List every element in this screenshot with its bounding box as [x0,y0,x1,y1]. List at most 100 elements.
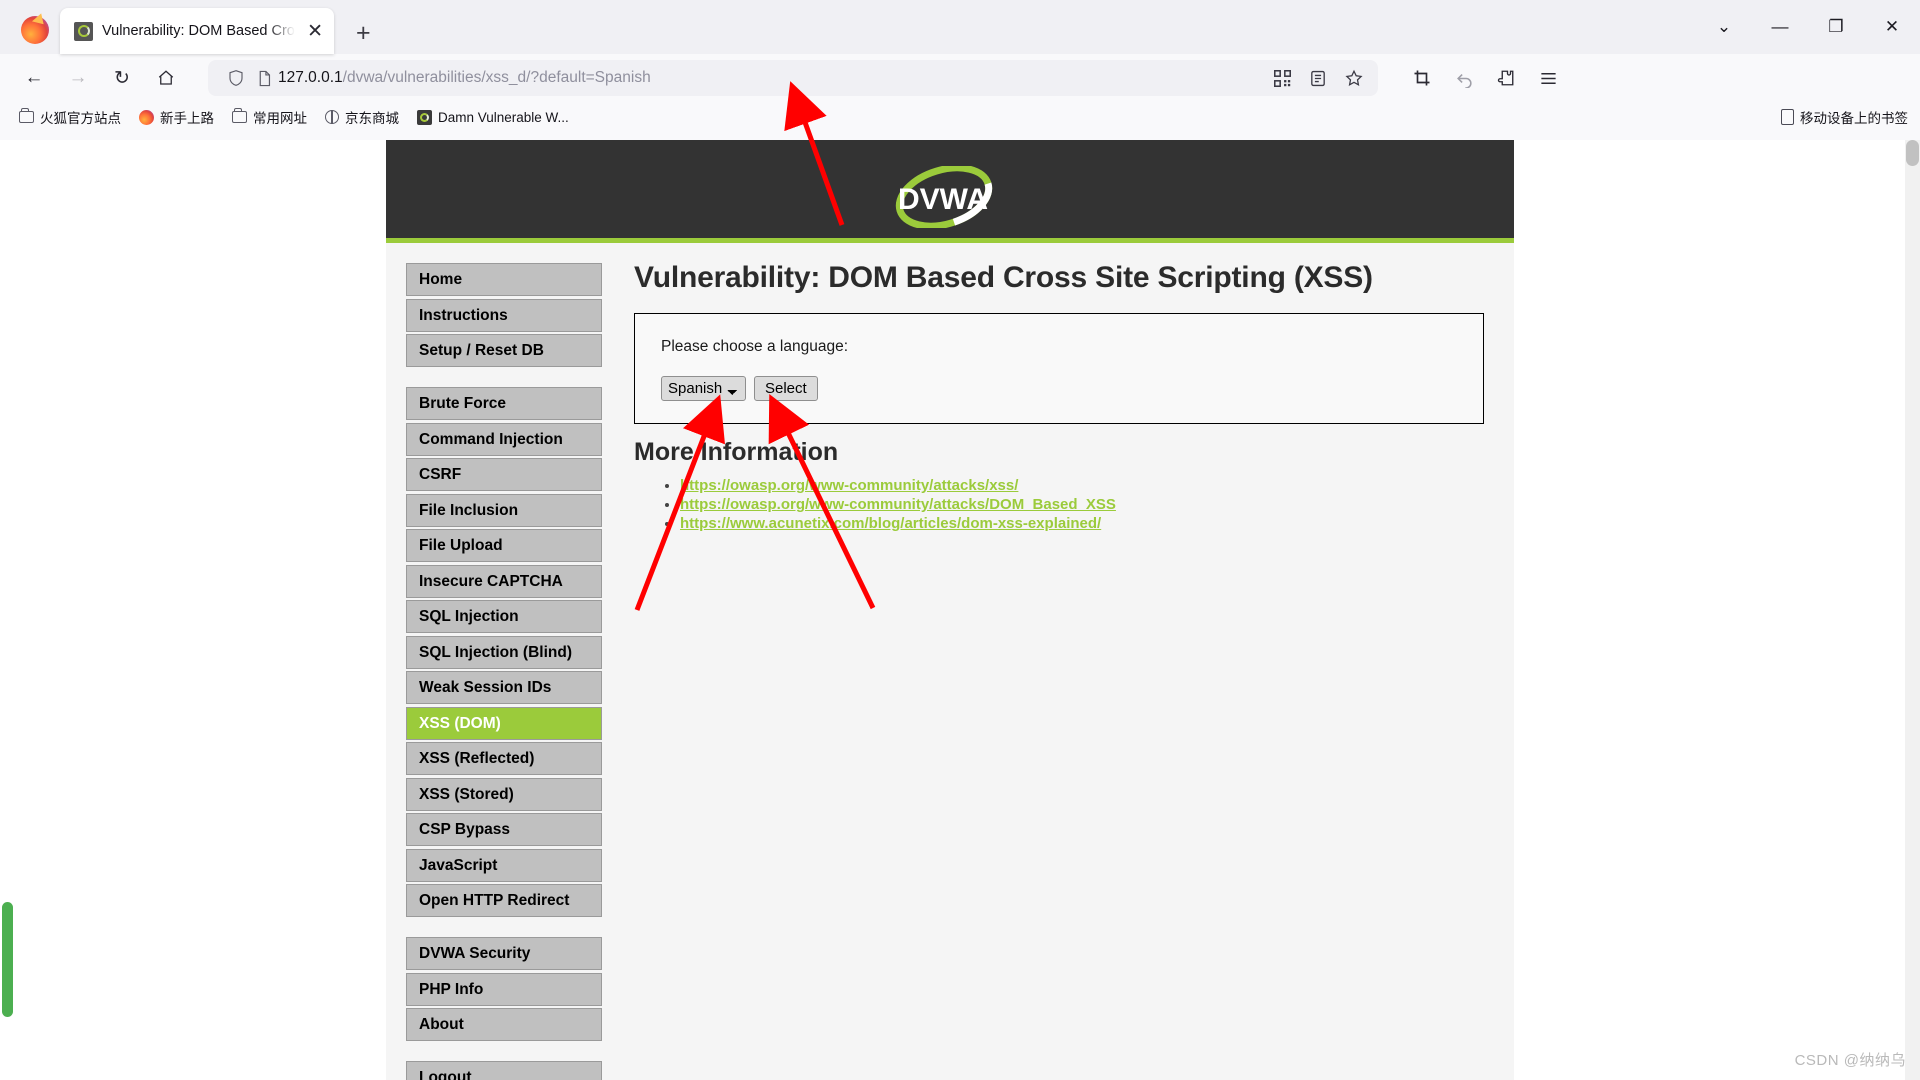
tab-title: Vulnerability: DOM Based Cross Site Scri… [102,23,295,39]
sidebar-item-xss-stored[interactable]: XSS (Stored) [406,777,602,811]
sidebar-item-csp-bypass[interactable]: CSP Bypass [406,813,602,846]
dvwa-header-banner: DVWA [386,140,1514,243]
link-owasp-xss[interactable]: https://owasp.org/www-community/attacks/… [680,477,1018,494]
vulnerability-form-box: Please choose a language: Spanish Select [634,313,1484,424]
list-item: https://www.acunetix.com/blog/articles/d… [680,515,1484,532]
dvwa-icon [417,109,432,125]
reader-view-icon[interactable] [1302,63,1334,93]
tracking-protection-shield-icon[interactable] [222,69,250,87]
sidebar-group-logout: Logout [406,1061,602,1080]
sidebar-group-settings: DVWA Security PHP Info About [406,937,602,1041]
scrollbar-thumb[interactable] [1906,140,1919,166]
tab-strip: Vulnerability: DOM Based Cross Site Scri… [0,0,1920,54]
page-left-indicator [2,902,13,1017]
list-item: https://owasp.org/www-community/attacks/… [680,496,1484,513]
qr-code-icon[interactable] [1266,63,1298,93]
folder-icon [232,108,247,123]
address-bar[interactable]: 127.0.0.1/dvwa/vulnerabilities/xss_d/?de… [208,60,1378,96]
bookmark-item[interactable]: Damn Vulnerable W... [410,107,576,128]
bookmarks-toolbar: 火狐官方站点 新手上路 常用网址 京东商城 Damn Vulnerable W.… [0,102,1920,132]
dvwa-sidebar: Home Instructions Setup / Reset DB Brute… [386,243,616,1080]
bookmark-item[interactable]: 京东商城 [318,104,406,130]
sidebar-group-vulnerabilities: Brute Force Command Injection CSRF File … [406,387,602,917]
page-viewport: DVWA Home Instructions Setup / Reset DB … [0,140,1920,1080]
minimize-button[interactable]: — [1752,0,1808,54]
dvwa-logo: DVWA [869,164,1009,230]
sidebar-item-home[interactable]: Home [406,263,602,296]
select-button[interactable]: Select [754,376,818,401]
sidebar-group-main: Home Instructions Setup / Reset DB [406,263,602,367]
mobile-bookmarks-label: 移动设备上的书签 [1800,111,1908,126]
maximize-button[interactable]: ❐ [1808,0,1864,54]
app-menu-icon[interactable] [1528,60,1568,96]
language-prompt: Please choose a language: [661,338,849,355]
dvwa-content: Home Instructions Setup / Reset DB Brute… [386,243,1514,1080]
close-window-button[interactable]: ✕ [1864,0,1920,54]
page-document-icon[interactable] [250,70,278,87]
bookmark-item[interactable]: 新手上路 [132,104,221,130]
address-bar-actions [1266,63,1370,93]
url-path: /dvwa/vulnerabilities/xss_d/?default=Spa… [342,69,651,86]
page-scrollbar[interactable] [1905,140,1920,1080]
sidebar-item-sql-injection-blind[interactable]: SQL Injection (Blind) [406,635,602,669]
more-information-links: https://owasp.org/www-community/attacks/… [680,477,1484,532]
page-title: Vulnerability: DOM Based Cross Site Scri… [634,261,1373,294]
list-item: https://owasp.org/www-community/attacks/… [680,477,1484,494]
sidebar-item-file-upload[interactable]: File Upload [406,529,602,562]
sidebar-item-file-inclusion[interactable]: File Inclusion [406,493,602,527]
bookmark-item[interactable]: 常用网址 [225,104,314,130]
dvwa-page: DVWA Home Instructions Setup / Reset DB … [386,140,1514,1080]
home-button[interactable] [146,60,186,96]
sidebar-item-instructions[interactable]: Instructions [406,298,602,332]
bookmark-item[interactable]: 火狐官方站点 [12,104,128,130]
navigation-toolbar: ← → ↻ 127.0.0.1/dvwa/vulnerabilities/xss… [0,54,1920,102]
firefox-logo-icon [18,12,52,46]
reload-button[interactable]: ↻ [102,60,142,96]
language-form-row: Spanish Select [661,376,1457,401]
sidebar-item-setup-reset-db[interactable]: Setup / Reset DB [406,334,602,367]
link-owasp-dom-based-xss[interactable]: https://owasp.org/www-community/attacks/… [680,496,1116,513]
mobile-bookmarks-icon [1781,109,1794,125]
sidebar-item-dvwa-security[interactable]: DVWA Security [406,937,602,970]
folder-icon [19,108,34,123]
dvwa-main-panel: Vulnerability: DOM Based Cross Site Scri… [616,243,1514,1080]
sidebar-item-brute-force[interactable]: Brute Force [406,387,602,420]
tab-close-icon[interactable]: ✕ [304,22,326,41]
sidebar-item-javascript[interactable]: JavaScript [406,848,602,882]
csdn-watermark: CSDN @纳纳乌 [1794,1052,1906,1069]
sidebar-item-weak-session-ids[interactable]: Weak Session IDs [406,671,602,704]
sidebar-item-about[interactable]: About [406,1008,602,1041]
firefox-icon [139,109,154,125]
window-controls: ⌄ — ❐ ✕ [1696,0,1920,54]
link-acunetix-dom-xss[interactable]: https://www.acunetix.com/blog/articles/d… [680,515,1101,532]
url-domain: 127.0.0.1 [278,69,343,86]
sidebar-item-command-injection[interactable]: Command Injection [406,422,602,456]
more-information-heading: More Information [634,438,839,466]
sidebar-item-csrf[interactable]: CSRF [406,458,602,491]
firefox-browser-window: Vulnerability: DOM Based Cross Site Scri… [0,0,1920,1080]
sidebar-item-xss-reflected[interactable]: XSS (Reflected) [406,742,602,775]
back-button[interactable]: ← [14,60,54,96]
toolbar-right-buttons [1402,60,1568,96]
bookmark-label: 火狐官方站点 [40,111,121,126]
globe-icon [325,109,339,124]
sidebar-item-logout[interactable]: Logout [406,1061,602,1080]
sidebar-item-xss-dom[interactable]: XSS (DOM) [406,706,602,740]
list-all-tabs-icon[interactable]: ⌄ [1696,0,1752,54]
browser-tab-active[interactable]: Vulnerability: DOM Based Cross Site Scri… [60,8,334,54]
dvwa-logo-text: DVWA [898,183,988,216]
undo-arrow-icon[interactable] [1444,60,1484,96]
bookmark-star-icon[interactable] [1338,63,1370,93]
language-select[interactable]: Spanish [661,376,746,401]
sidebar-item-sql-injection[interactable]: SQL Injection [406,600,602,633]
sidebar-item-php-info[interactable]: PHP Info [406,972,602,1006]
sidebar-item-insecure-captcha[interactable]: Insecure CAPTCHA [406,564,602,598]
url-text[interactable]: 127.0.0.1/dvwa/vulnerabilities/xss_d/?de… [278,69,1266,87]
screenshot-crop-icon[interactable] [1402,60,1442,96]
sidebar-item-open-http-redirect[interactable]: Open HTTP Redirect [406,884,602,917]
dvwa-favicon [74,21,93,41]
new-tab-button[interactable]: + [356,21,371,46]
extensions-puzzle-icon[interactable] [1486,60,1526,96]
mobile-bookmarks-item[interactable]: 移动设备上的书签 [1781,107,1908,127]
forward-button[interactable]: → [58,60,98,96]
